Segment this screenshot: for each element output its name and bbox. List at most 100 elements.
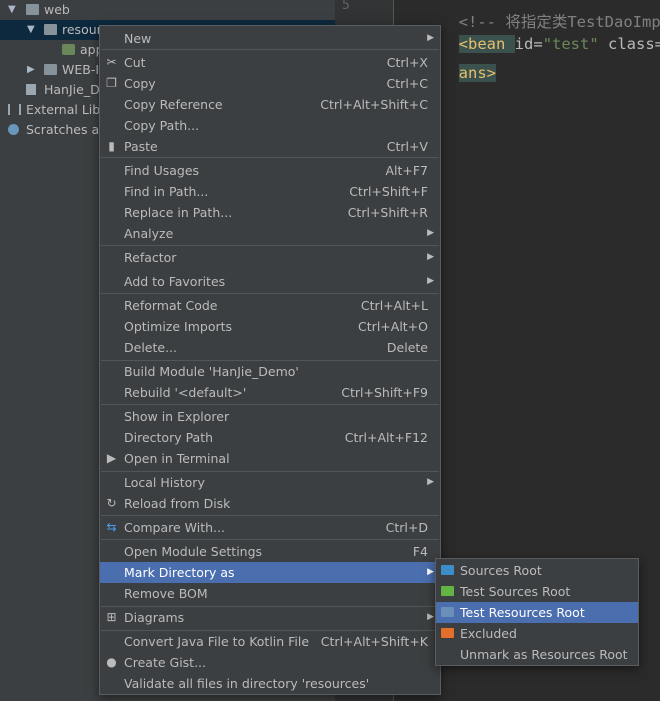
menu-item-shortcut: Ctrl+C xyxy=(386,76,428,91)
collapse-arrow-icon[interactable]: ▶ xyxy=(27,60,35,80)
menu-item-cut[interactable]: ✂ Cut Ctrl+X xyxy=(100,52,440,73)
submenu-arrow-icon: ▶ xyxy=(427,228,434,238)
spring-xml-icon xyxy=(62,44,75,55)
menu-item-shortcut: Alt+F7 xyxy=(385,163,428,178)
menu-item-reload-from-disk[interactable]: ↻ Reload from Disk xyxy=(100,493,440,514)
menu-separator xyxy=(101,49,439,50)
menu-separator xyxy=(101,293,439,294)
folder-icon xyxy=(441,607,454,617)
menu-item-label: Rebuild '<default>' xyxy=(124,385,247,400)
menu-item-shortcut: Ctrl+Alt+Shift+K xyxy=(320,634,428,649)
menu-item-directory-path[interactable]: Directory Path Ctrl+Alt+F12 xyxy=(100,427,440,448)
menu-separator xyxy=(101,539,439,540)
code-attr: class= xyxy=(598,35,660,53)
menu-item-shortcut: Ctrl+V xyxy=(386,139,428,154)
menu-item-show-in-explorer[interactable]: Show in Explorer xyxy=(100,406,440,427)
expand-arrow-icon[interactable]: ▼ xyxy=(8,0,16,20)
menu-item-open-module-settings[interactable]: Open Module Settings F4 xyxy=(100,541,440,562)
menu-separator xyxy=(101,245,439,246)
menu-item-shortcut: Ctrl+D xyxy=(385,520,428,535)
terminal-icon: ▶ xyxy=(106,451,117,465)
expand-arrow-icon[interactable]: ▼ xyxy=(27,20,35,40)
menu-item-convert-java-file-to-kotlin-file[interactable]: Convert Java File to Kotlin File Ctrl+Alt… xyxy=(100,631,440,652)
submenu-item-excluded[interactable]: Excluded xyxy=(436,623,638,644)
menu-item-copy-reference[interactable]: Copy Reference Ctrl+Alt+Shift+C xyxy=(100,94,440,115)
menu-item-remove-bom[interactable]: Remove BOM xyxy=(100,583,440,604)
submenu-item-unmark-as-resources-root[interactable]: Unmark as Resources Root xyxy=(436,644,638,665)
menu-item-reformat-code[interactable]: Reformat Code Ctrl+Alt+L xyxy=(100,295,440,316)
menu-item-local-history[interactable]: Local History ▶ xyxy=(100,472,440,493)
menu-item-label: Mark Directory as xyxy=(124,565,235,580)
tree-item-label: External Libr xyxy=(26,102,106,117)
menu-item-label: Reload from Disk xyxy=(124,496,231,511)
menu-item-validate-all-files-in-directory-resources[interactable]: Validate all files in directory 'resourc… xyxy=(100,673,440,694)
menu-item-analyze[interactable]: Analyze ▶ xyxy=(100,223,440,244)
copy-icon: ❐ xyxy=(106,76,117,90)
menu-item-open-in-terminal[interactable]: ▶ Open in Terminal xyxy=(100,448,440,469)
menu-item-label: Compare With... xyxy=(124,520,225,535)
submenu-item-sources-root[interactable]: Sources Root xyxy=(436,560,638,581)
menu-item-copy-path[interactable]: Copy Path... xyxy=(100,115,440,136)
menu-item-create-gist[interactable]: ● Create Gist... xyxy=(100,652,440,673)
menu-item-label: Remove BOM xyxy=(124,586,208,601)
menu-item-label: Open Module Settings xyxy=(124,544,263,559)
submenu-arrow-icon: ▶ xyxy=(427,477,434,487)
menu-item-label: Copy Reference xyxy=(124,97,223,112)
library-icon xyxy=(8,104,21,115)
menu-item-replace-in-path[interactable]: Replace in Path... Ctrl+Shift+R xyxy=(100,202,440,223)
submenu-item-label: Excluded xyxy=(460,626,517,641)
tree-item-label: WEB-I xyxy=(62,62,100,77)
submenu-item-test-sources-root[interactable]: Test Sources Root xyxy=(436,581,638,602)
menu-item-shortcut: F4 xyxy=(412,544,428,559)
code-value: "test" xyxy=(542,35,599,53)
code-eq: = xyxy=(533,35,543,53)
menu-item-optimize-imports[interactable]: Optimize Imports Ctrl+Alt+O xyxy=(100,316,440,337)
menu-item-label: New xyxy=(124,31,152,46)
menu-item-label: Paste xyxy=(124,139,158,154)
compare-icon: ⇆ xyxy=(106,520,117,534)
submenu-item-label: Test Sources Root xyxy=(460,584,571,599)
menu-item-find-usages[interactable]: Find Usages Alt+F7 xyxy=(100,160,440,181)
menu-item-refactor[interactable]: Refactor ▶ xyxy=(100,247,440,268)
submenu-item-label: Test Resources Root xyxy=(460,605,585,620)
menu-item-new[interactable]: New ▶ xyxy=(100,28,440,49)
menu-item-label: Refactor xyxy=(124,250,177,265)
menu-item-paste[interactable]: ▮ Paste Ctrl+V xyxy=(100,136,440,157)
menu-item-mark-directory-as[interactable]: Mark Directory as ▶ xyxy=(100,562,440,583)
menu-item-label: Local History xyxy=(124,475,205,490)
menu-item-copy[interactable]: ❐ Copy Ctrl+C xyxy=(100,73,440,94)
folder-icon xyxy=(44,64,57,75)
clipboard-icon: ▮ xyxy=(108,139,115,153)
menu-item-label: Find in Path... xyxy=(124,184,209,199)
menu-item-label: Directory Path xyxy=(124,430,214,445)
menu-item-diagrams[interactable]: ⊞ Diagrams ▶ xyxy=(100,607,440,628)
menu-item-shortcut: Ctrl+X xyxy=(386,55,428,70)
menu-item-label: Create Gist... xyxy=(124,655,207,670)
menu-item-shortcut: Ctrl+Alt+Shift+C xyxy=(320,97,428,112)
resources-folder-icon xyxy=(44,24,57,35)
mark-directory-submenu: Sources Root Test Sources Root Test Resour… xyxy=(435,558,639,666)
submenu-item-test-resources-root[interactable]: Test Resources Root xyxy=(436,602,638,623)
menu-item-label: Analyze xyxy=(124,226,174,241)
menu-item-shortcut: Ctrl+Alt+O xyxy=(358,319,428,334)
github-icon: ● xyxy=(106,655,117,669)
submenu-arrow-icon: ▶ xyxy=(427,252,434,262)
menu-item-find-in-path[interactable]: Find in Path... Ctrl+Shift+F xyxy=(100,181,440,202)
menu-item-label: Show in Explorer xyxy=(124,409,230,424)
menu-item-delete[interactable]: Delete... Delete xyxy=(100,337,440,358)
code-attr: id xyxy=(514,35,534,53)
menu-item-label: Build Module 'HanJie_Demo' xyxy=(124,364,299,379)
folder-icon xyxy=(441,586,454,596)
menu-item-compare-with[interactable]: ⇆ Compare With... Ctrl+D xyxy=(100,517,440,538)
menu-item-shortcut: Ctrl+Alt+F12 xyxy=(344,430,428,445)
submenu-item-label: Sources Root xyxy=(460,563,542,578)
menu-item-build-module-hanjie-demo[interactable]: Build Module 'HanJie_Demo' xyxy=(100,361,440,382)
tree-item-label: web xyxy=(44,2,70,17)
menu-item-add-to-favorites[interactable]: Add to Favorites ▶ xyxy=(100,271,440,292)
menu-item-label: Find Usages xyxy=(124,163,200,178)
submenu-arrow-icon: ▶ xyxy=(427,612,434,622)
reload-icon: ↻ xyxy=(106,496,117,510)
tree-item-web[interactable]: ▼ web xyxy=(0,0,335,20)
menu-item-rebuild-default[interactable]: Rebuild '<default>' Ctrl+Shift+F9 xyxy=(100,382,440,403)
tree-item-label: HanJie_De xyxy=(44,82,108,97)
